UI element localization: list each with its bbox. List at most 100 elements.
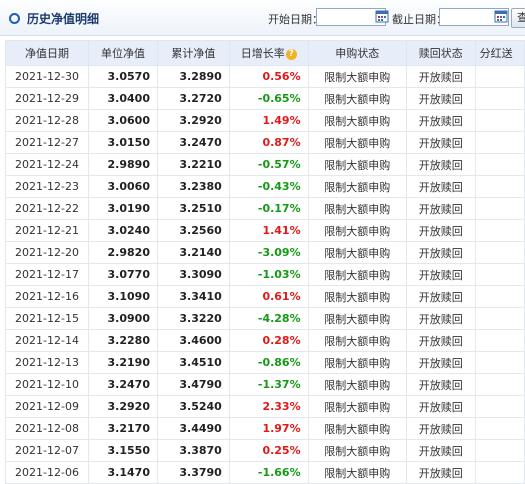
dividend-cell <box>474 285 525 308</box>
accumulated-nav-cell: 3.3220 <box>156 307 230 330</box>
dividend-cell <box>474 307 525 330</box>
subscribe-status-cell: 限制大额申购 <box>307 395 407 418</box>
table-row: 2021-12-27 3.0150 3.2470 0.87% 限制大额申购 开放赎回 <box>5 131 525 154</box>
column-header-dividend: 分红送 <box>474 40 525 66</box>
redeem-status-cell: 开放赎回 <box>405 65 476 88</box>
table-row: 2021-12-28 3.0600 3.2920 1.49% 限制大额申购 开放赎回 <box>5 109 525 132</box>
daily-growth-cell: 1.41% <box>228 219 309 242</box>
unit-nav-cell: 2.9820 <box>88 241 158 264</box>
accumulated-nav-cell: 3.5240 <box>156 395 230 418</box>
subscribe-status-cell: 限制大额申购 <box>307 351 407 374</box>
dividend-cell <box>474 175 525 198</box>
accumulated-nav-cell: 3.3870 <box>156 439 230 462</box>
table-row: 2021-12-24 2.9890 3.2210 -0.57% 限制大额申购 开放赎回 <box>5 153 525 176</box>
dividend-cell <box>474 417 525 440</box>
dividend-cell <box>474 395 525 418</box>
table-row: 2021-12-29 3.0400 3.2720 -0.65% 限制大额申购 开放赎回 <box>5 87 525 110</box>
unit-nav-cell: 3.0900 <box>88 307 158 330</box>
calendar-icon[interactable] <box>494 9 508 23</box>
daily-growth-cell: -3.09% <box>228 241 309 264</box>
accumulated-nav-cell: 3.2560 <box>156 219 230 242</box>
nav-date-cell: 2021-12-28 <box>5 109 89 132</box>
accumulated-nav-cell: 3.2720 <box>156 87 230 110</box>
accumulated-nav-cell: 3.2140 <box>156 241 230 264</box>
table-row: 2021-12-08 3.2170 3.4490 1.97% 限制大额申购 开放赎回 <box>5 417 525 440</box>
table-row: 2021-12-17 3.0770 3.3090 -1.03% 限制大额申购 开放赎回 <box>5 263 525 286</box>
daily-growth-cell: -0.57% <box>228 153 309 176</box>
table-row: 2021-12-13 3.2190 3.4510 -0.86% 限制大额申购 开放赎回 <box>5 351 525 374</box>
dividend-cell <box>474 219 525 242</box>
redeem-status-cell: 开放赎回 <box>405 417 476 440</box>
table-header-row: 净值日期 单位净值 累计净值 日增长率? 申购状态 赎回状态 分红送 <box>5 40 525 66</box>
unit-nav-cell: 3.0150 <box>88 131 158 154</box>
unit-nav-cell: 3.2470 <box>88 373 158 396</box>
dividend-cell <box>474 65 525 88</box>
daily-growth-label: 日增长率 <box>240 47 285 60</box>
table-row: 2021-12-30 3.0570 3.2890 0.56% 限制大额申购 开放赎回 <box>5 65 525 88</box>
daily-growth-cell: -1.37% <box>228 373 309 396</box>
redeem-status-cell: 开放赎回 <box>405 241 476 264</box>
redeem-status-cell: 开放赎回 <box>405 373 476 396</box>
unit-nav-cell: 3.2170 <box>88 417 158 440</box>
redeem-status-cell: 开放赎回 <box>405 197 476 220</box>
unit-nav-cell: 3.1550 <box>88 439 158 462</box>
dividend-cell <box>474 131 525 154</box>
subscribe-status-cell: 限制大额申购 <box>307 65 407 88</box>
daily-growth-cell: 0.87% <box>228 131 309 154</box>
nav-date-cell: 2021-12-22 <box>5 197 89 220</box>
redeem-status-cell: 开放赎回 <box>405 109 476 132</box>
unit-nav-cell: 2.9890 <box>88 153 158 176</box>
table-row: 2021-12-09 3.2920 3.5240 2.33% 限制大额申购 开放赎回 <box>5 395 525 418</box>
subscribe-status-cell: 限制大额申购 <box>307 219 407 242</box>
unit-nav-cell: 3.0190 <box>88 197 158 220</box>
redeem-status-cell: 开放赎回 <box>405 351 476 374</box>
nav-date-cell: 2021-12-14 <box>5 329 89 352</box>
nav-date-cell: 2021-12-06 <box>5 461 89 484</box>
calendar-icon[interactable] <box>375 9 389 23</box>
redeem-status-cell: 开放赎回 <box>405 395 476 418</box>
nav-date-cell: 2021-12-07 <box>5 439 89 462</box>
table-row: 2021-12-23 3.0060 3.2380 -0.43% 限制大额申购 开放赎回 <box>5 175 525 198</box>
daily-growth-cell: 1.97% <box>228 417 309 440</box>
subscribe-status-cell: 限制大额申购 <box>307 197 407 220</box>
dividend-cell <box>474 153 525 176</box>
unit-nav-cell: 3.2280 <box>88 329 158 352</box>
subscribe-status-cell: 限制大额申购 <box>307 439 407 462</box>
dividend-cell <box>474 439 525 462</box>
column-header-accumulated-nav: 累计净值 <box>156 40 230 66</box>
column-header-subscribe-status: 申购状态 <box>307 40 407 66</box>
unit-nav-cell: 3.0570 <box>88 65 158 88</box>
accumulated-nav-cell: 3.4790 <box>156 373 230 396</box>
table-row: 2021-12-15 3.0900 3.3220 -4.28% 限制大额申购 开放赎回 <box>5 307 525 330</box>
unit-nav-cell: 3.1090 <box>88 285 158 308</box>
question-icon[interactable]: ? <box>285 48 297 60</box>
dividend-cell <box>474 461 525 484</box>
start-date-label: 开始日期： <box>268 13 323 26</box>
nav-date-cell: 2021-12-27 <box>5 131 89 154</box>
dividend-cell <box>474 373 525 396</box>
nav-date-cell: 2021-12-09 <box>5 395 89 418</box>
table-row: 2021-12-10 3.2470 3.4790 -1.37% 限制大额申购 开放赎回 <box>5 373 525 396</box>
daily-growth-cell: 1.49% <box>228 109 309 132</box>
nav-date-cell: 2021-12-21 <box>5 219 89 242</box>
top-toolbar: 历史净值明细 开始日期： 截止日期： 查 <box>0 0 525 36</box>
daily-growth-cell: 0.28% <box>228 329 309 352</box>
unit-nav-cell: 3.0060 <box>88 175 158 198</box>
table-row: 2021-12-21 3.0240 3.2560 1.41% 限制大额申购 开放赎回 <box>5 219 525 242</box>
nav-date-cell: 2021-12-13 <box>5 351 89 374</box>
accumulated-nav-cell: 3.2510 <box>156 197 230 220</box>
column-header-redeem-status: 赎回状态 <box>405 40 476 66</box>
dividend-cell <box>474 197 525 220</box>
redeem-status-cell: 开放赎回 <box>405 439 476 462</box>
dividend-cell <box>474 329 525 352</box>
nav-date-cell: 2021-12-23 <box>5 175 89 198</box>
query-button[interactable]: 查 <box>511 8 525 28</box>
nav-history-table: 净值日期 单位净值 累计净值 日增长率? 申购状态 赎回状态 分红送 2021-… <box>5 40 525 484</box>
accumulated-nav-cell: 3.3410 <box>156 285 230 308</box>
dividend-cell <box>474 351 525 374</box>
table-body: 2021-12-30 3.0570 3.2890 0.56% 限制大额申购 开放赎回 202… <box>5 65 525 484</box>
redeem-status-cell: 开放赎回 <box>405 175 476 198</box>
dividend-cell <box>474 109 525 132</box>
daily-growth-cell: 0.61% <box>228 285 309 308</box>
accumulated-nav-cell: 3.2470 <box>156 131 230 154</box>
